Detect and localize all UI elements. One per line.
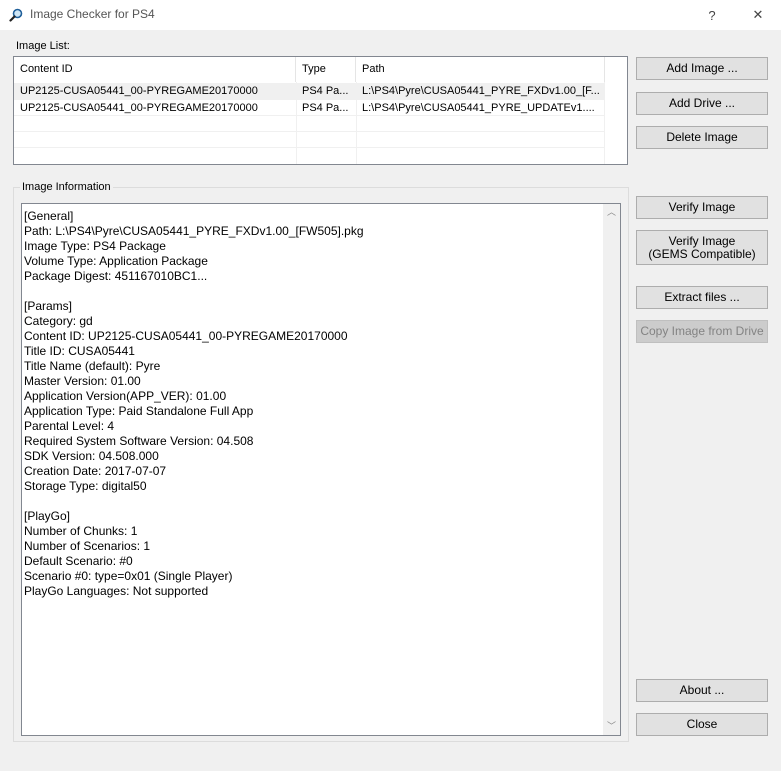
help-button[interactable]: ?: [689, 0, 735, 30]
extract-files-button[interactable]: Extract files ...: [636, 286, 768, 309]
scroll-up-icon[interactable]: ︿: [603, 204, 620, 221]
cell-path: L:\PS4\Pyre\CUSA05441_PYRE_UPDATEv1....: [362, 102, 595, 114]
image-information-label: Image Information: [20, 181, 113, 193]
verify-gems-line1: Verify Image: [668, 233, 736, 248]
grid-line: [14, 147, 604, 148]
cell-path: L:\PS4\Pyre\CUSA05441_PYRE_FXDv1.00_[F..…: [362, 85, 600, 97]
table-row[interactable]: UP2125-CUSA05441_00-PYREGAME20170000 PS4…: [14, 100, 604, 116]
column-header-type[interactable]: Type: [296, 57, 356, 82]
scroll-down-icon[interactable]: ﹀: [603, 718, 620, 735]
title-bar: Image Checker for PS4 ? ✕: [0, 0, 781, 30]
window-title: Image Checker for PS4: [30, 7, 155, 21]
image-information-textbox[interactable]: [General] Path: L:\PS4\Pyre\CUSA05441_PY…: [21, 203, 621, 736]
list-header: Content ID Type Path: [14, 57, 627, 82]
add-drive-button[interactable]: Add Drive ...: [636, 92, 768, 115]
magnifier-app-icon: [9, 8, 23, 22]
cell-type: PS4 Pa...: [302, 102, 349, 114]
grid-line: [14, 131, 604, 132]
image-list[interactable]: Content ID Type Path UP2125-CUSA05441_00…: [13, 56, 628, 165]
add-image-button[interactable]: Add Image ...: [636, 57, 768, 80]
close-window-button[interactable]: ✕: [735, 0, 781, 30]
delete-image-button[interactable]: Delete Image: [636, 126, 768, 149]
verify-gems-line2: (GEMS Compatible): [648, 246, 756, 261]
verify-image-gems-button[interactable]: Verify Image (GEMS Compatible): [636, 230, 768, 265]
about-button[interactable]: About ...: [636, 679, 768, 702]
column-header-path[interactable]: Path: [356, 57, 605, 82]
verify-image-button[interactable]: Verify Image: [636, 196, 768, 219]
close-button[interactable]: Close: [636, 713, 768, 736]
copy-image-from-drive-button[interactable]: Copy Image from Drive: [636, 320, 768, 343]
column-header-content-id[interactable]: Content ID: [14, 57, 296, 82]
grid-line: [604, 82, 605, 164]
vertical-scrollbar[interactable]: ︿ ﹀: [603, 204, 620, 735]
cell-type: PS4 Pa...: [302, 85, 349, 97]
image-information-text: [General] Path: L:\PS4\Pyre\CUSA05441_PY…: [24, 209, 364, 598]
cell-content-id: UP2125-CUSA05441_00-PYREGAME20170000: [20, 85, 258, 97]
image-list-label: Image List:: [16, 40, 70, 52]
table-row[interactable]: UP2125-CUSA05441_00-PYREGAME20170000 PS4…: [14, 83, 604, 99]
cell-content-id: UP2125-CUSA05441_00-PYREGAME20170000: [20, 102, 258, 114]
